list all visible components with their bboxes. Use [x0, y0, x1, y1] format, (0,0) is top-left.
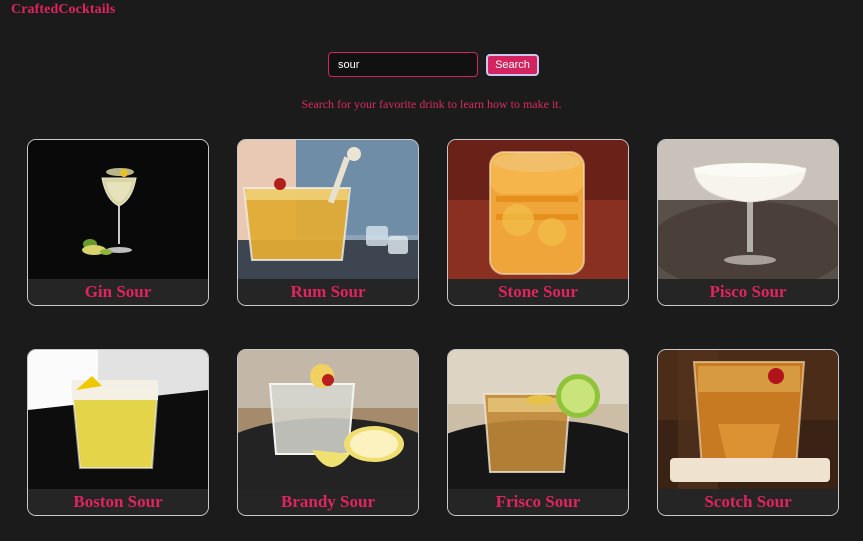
drink-photo — [658, 350, 838, 489]
drink-name: Boston Sour — [28, 489, 208, 515]
drink-name: Stone Sour — [448, 279, 628, 305]
drink-card-brandy-sour[interactable]: Brandy Sour — [237, 349, 419, 516]
drink-name: Rum Sour — [238, 279, 418, 305]
search-bar: Search — [328, 52, 539, 77]
search-input[interactable] — [328, 52, 478, 77]
drink-card-rum-sour[interactable]: Rum Sour — [237, 139, 419, 306]
drink-card-scotch-sour[interactable]: Scotch Sour — [657, 349, 839, 516]
search-button[interactable]: Search — [486, 53, 539, 76]
drink-card-pisco-sour[interactable]: Pisco Sour — [657, 139, 839, 306]
drink-photo — [238, 140, 418, 279]
drink-name: Brandy Sour — [238, 489, 418, 515]
drink-name: Scotch Sour — [658, 489, 838, 515]
site-logo[interactable]: CraftedCocktails — [11, 2, 115, 18]
drink-name: Pisco Sour — [658, 279, 838, 305]
drink-grid: Gin Sour Rum Sour Stone Sour Pisco Sour … — [27, 139, 839, 516]
drink-photo — [448, 140, 628, 279]
drink-name: Gin Sour — [28, 279, 208, 305]
drink-photo — [658, 140, 838, 279]
drink-photo — [28, 350, 208, 489]
drink-photo — [448, 350, 628, 489]
drink-card-stone-sour[interactable]: Stone Sour — [447, 139, 629, 306]
drink-card-gin-sour[interactable]: Gin Sour — [27, 139, 209, 306]
drink-name: Frisco Sour — [448, 489, 628, 515]
drink-card-frisco-sour[interactable]: Frisco Sour — [447, 349, 629, 516]
drink-card-boston-sour[interactable]: Boston Sour — [27, 349, 209, 516]
drink-photo — [238, 350, 418, 489]
search-hint: Search for your favorite drink to learn … — [301, 97, 562, 111]
drink-photo — [28, 140, 208, 279]
